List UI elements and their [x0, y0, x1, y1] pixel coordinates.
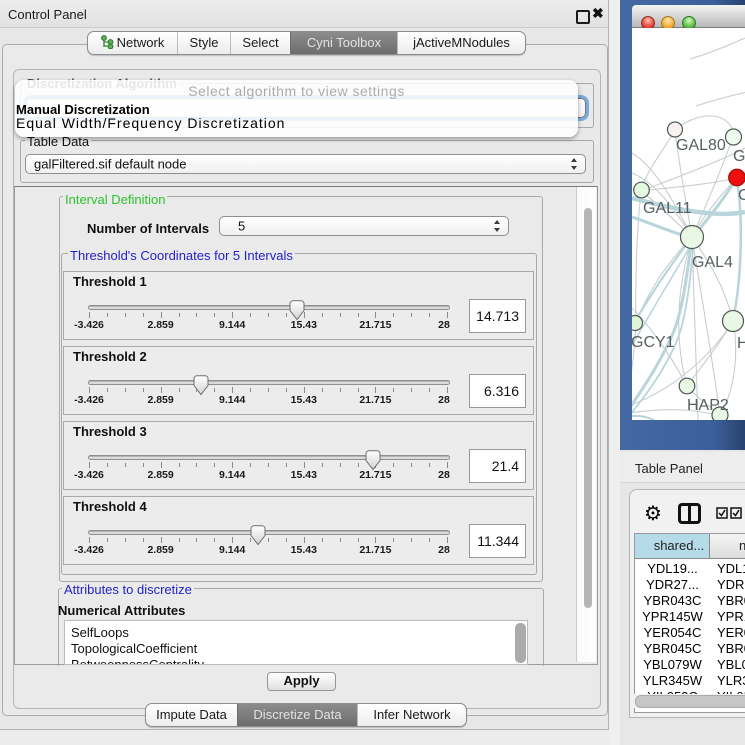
svg-text:GAL80: GAL80 — [676, 137, 726, 154]
svg-text:GAL4: GAL4 — [692, 254, 733, 271]
svg-text:GAL7: GAL7 — [733, 148, 745, 165]
svg-text:CDC1: CDC1 — [738, 187, 745, 204]
svg-text:HIS7: HIS7 — [737, 335, 745, 352]
svg-text:HAP2: HAP2 — [687, 397, 729, 414]
svg-text:GCY1: GCY1 — [632, 334, 675, 351]
svg-text:GAL11: GAL11 — [643, 200, 692, 217]
